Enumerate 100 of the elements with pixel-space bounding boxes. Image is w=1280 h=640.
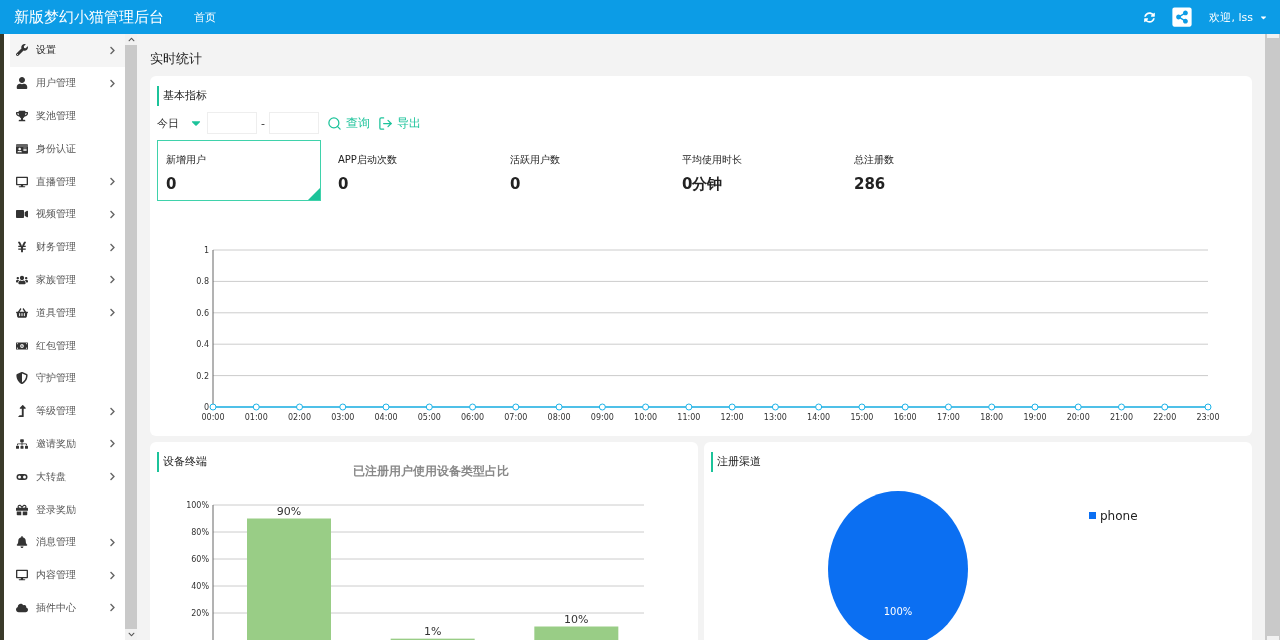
data-point (1204, 403, 1212, 411)
sidebar-item[interactable]: 直播管理 (10, 165, 125, 198)
axis-tick-label: 02:00 (288, 413, 312, 422)
data-point (771, 403, 779, 411)
chevron-icon (108, 537, 117, 547)
sidebar-item[interactable]: 邀请奖励 (10, 427, 125, 461)
axis-tick-label: 10:00 (634, 413, 658, 422)
chevron-icon (108, 78, 117, 88)
sidebar-item[interactable]: 内容管理 (10, 558, 125, 592)
data-label: 10% (564, 612, 589, 626)
sidebar-item[interactable]: 用户管理 (10, 66, 125, 100)
metric-tile[interactable]: 总注册数 286 (845, 140, 1009, 201)
chevron-icon (108, 308, 117, 318)
data-point (555, 403, 563, 411)
range-separator: - (261, 116, 265, 130)
scroll-up-icon[interactable] (127, 36, 135, 43)
sidebar-item[interactable]: 插件中心 (10, 591, 125, 625)
sidebar-item[interactable]: 家族管理 (10, 263, 125, 297)
section-heading: 基本指标 (157, 86, 1245, 106)
sidebar-item[interactable]: 等级管理 (10, 394, 125, 428)
video-camera-icon (16, 208, 28, 221)
sidebar-item[interactable]: 红包管理 (10, 329, 125, 362)
data-point (858, 403, 866, 411)
sidebar-item[interactable]: 大转盘 (10, 460, 125, 494)
banknote-icon (16, 339, 28, 352)
chevron-icon (108, 275, 117, 285)
metric-tile[interactable]: APP启动次数 0 (329, 140, 493, 201)
up-arrow-icon (16, 405, 28, 418)
data-point (1161, 403, 1169, 411)
data-point (425, 403, 433, 411)
axis-tick-label: 00:00 (201, 413, 225, 422)
axis-tick-label: 0.8 (196, 277, 209, 287)
data-label: 1% (423, 624, 442, 638)
data-label: 100% (883, 606, 913, 617)
sidebar-item[interactable]: 登录奖励 (10, 493, 125, 526)
axis-tick-label: 1 (203, 246, 209, 255)
sidebar-item[interactable]: 设置 (10, 34, 125, 67)
refresh-icon[interactable] (1144, 11, 1156, 23)
section-heading: 注册渠道 (711, 452, 1245, 472)
axis-tick-label: 14:00 (807, 413, 831, 422)
axis-tick-label: 06:00 (461, 413, 485, 422)
bell-icon (16, 536, 28, 549)
axis-tick-label: 18:00 (980, 413, 1004, 422)
data-point (209, 403, 217, 411)
axis-tick-label: 04:00 (374, 413, 398, 422)
axis-tick-label: 0.4 (196, 340, 209, 350)
axis-tick-label: 0.6 (196, 308, 209, 318)
chevron-icon (108, 603, 117, 613)
trophy-icon (16, 110, 28, 122)
data-point (944, 403, 952, 411)
sidebar-item[interactable]: 消息管理 (10, 525, 125, 559)
data-point (1031, 403, 1039, 411)
metric-tile[interactable]: 新增用户 0 (157, 140, 321, 201)
date-range-select[interactable]: 今日 (157, 115, 203, 131)
page-title: 实时统计 (150, 50, 203, 68)
axis-tick-label: 0.2 (196, 371, 209, 381)
axis-tick-label: 20:00 (1066, 413, 1090, 422)
chevron-icon (108, 45, 117, 55)
metric-tile[interactable]: 活跃用户数 0 (501, 140, 665, 201)
data-label: 90% (276, 504, 302, 518)
chevron-icon (108, 472, 117, 482)
axis-tick-label: 07:00 (504, 413, 528, 422)
axis-tick-label: 05:00 (417, 413, 441, 422)
chevron-icon (108, 439, 117, 449)
axis-tick-label: 22:00 (1153, 413, 1177, 422)
chevron-icon (108, 242, 117, 252)
corner-mark (308, 188, 320, 200)
axis-tick-label: 17:00 (936, 413, 960, 422)
chevron-icon (108, 177, 117, 187)
sidebar-item[interactable]: 奖池管理 (10, 99, 125, 133)
axis-tick-label: 03:00 (331, 413, 355, 422)
axis-tick-label: 0 (203, 403, 209, 412)
data-point (988, 403, 996, 411)
app-title: 新版梦幻小猫管理后台 (14, 7, 164, 27)
gift-icon (16, 503, 28, 516)
axis-tick-label: 21:00 (1109, 413, 1133, 422)
data-point (1118, 403, 1125, 411)
user-icon (16, 77, 28, 90)
yen-icon (16, 241, 28, 254)
legend-swatch (1089, 512, 1096, 519)
sidebar-item[interactable]: 身份认证 (10, 132, 125, 166)
scrollbar[interactable] (125, 34, 137, 640)
id-card-icon (16, 142, 28, 155)
sidebar-item[interactable]: 道具管理 (10, 296, 125, 330)
basket-icon (16, 306, 28, 319)
data-point (685, 403, 693, 411)
chevron-icon (108, 406, 117, 416)
sidebar-item[interactable]: 财务管理 (10, 230, 125, 264)
axis-tick-label: 60% (191, 555, 209, 564)
axis-tick-label: 11:00 (677, 413, 701, 422)
axis-tick-label: 80% (191, 528, 209, 537)
metric-tile[interactable]: 平均使用时长 0分钟 (673, 140, 837, 201)
share-icon (1171, 6, 1194, 28)
axis-tick-label: 09:00 (590, 413, 614, 422)
scroll-down-icon[interactable] (127, 631, 135, 638)
cloud-icon (16, 601, 28, 614)
scrollbar[interactable] (1265, 34, 1280, 640)
data-point (901, 403, 909, 411)
sidebar-item[interactable]: 视频管理 (10, 198, 125, 231)
sidebar-item[interactable]: 守护管理 (10, 361, 125, 395)
